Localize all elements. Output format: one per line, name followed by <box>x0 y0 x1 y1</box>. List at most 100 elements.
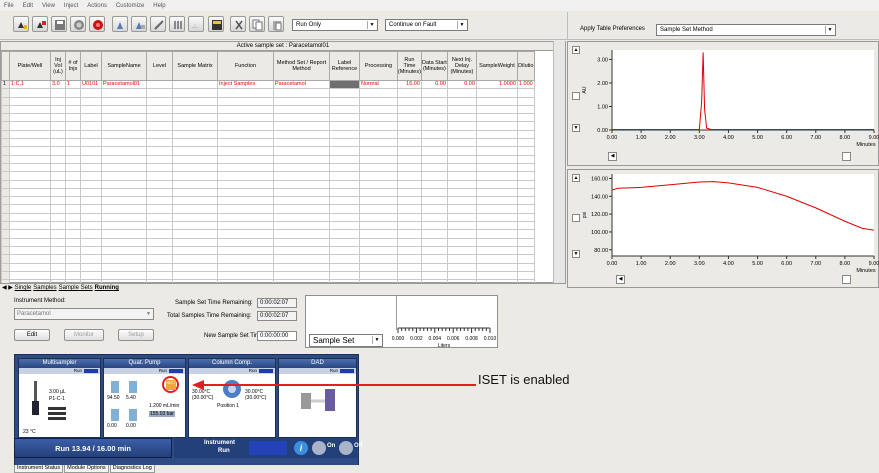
table-cell[interactable] <box>475 179 518 189</box>
row-number[interactable] <box>1 245 10 256</box>
dad-module[interactable]: DAD Run <box>278 358 357 438</box>
table-cell[interactable] <box>146 171 173 181</box>
table-row[interactable] <box>1 96 535 106</box>
abort-icon[interactable] <box>89 16 105 32</box>
table-cell[interactable] <box>217 88 274 98</box>
row-header-corner[interactable] <box>1 51 10 81</box>
table-cell[interactable] <box>80 262 102 272</box>
table-cell[interactable] <box>50 196 66 206</box>
table-cell[interactable] <box>446 245 477 256</box>
table-cell[interactable] <box>446 154 477 164</box>
x-scroll-thumb[interactable] <box>842 275 851 284</box>
table-cell[interactable] <box>172 270 218 281</box>
table-cell[interactable] <box>475 104 518 115</box>
table-cell[interactable] <box>101 88 147 98</box>
table-cell[interactable] <box>397 270 422 281</box>
column-header[interactable]: Method Set / Report Method <box>273 51 330 81</box>
table-cell[interactable] <box>420 154 448 164</box>
table-cell[interactable] <box>65 138 81 148</box>
row-number[interactable] <box>1 96 10 106</box>
row-number[interactable] <box>1 121 10 131</box>
table-cell[interactable] <box>65 245 81 256</box>
table-cell[interactable] <box>50 121 66 131</box>
table-cell[interactable] <box>172 254 218 264</box>
table-cell[interactable] <box>273 179 330 189</box>
scroll-left-icon[interactable]: ◀ <box>616 275 625 284</box>
table-cell[interactable] <box>101 270 147 281</box>
table-cell[interactable] <box>80 138 102 148</box>
multisampler-module[interactable]: Multisampler Run 3.00 µL P1-C-1 23 °C <box>18 358 101 438</box>
column-header[interactable]: SampleName <box>101 51 147 81</box>
table-cell[interactable] <box>65 196 81 206</box>
table-cell[interactable] <box>65 154 81 164</box>
table-cell[interactable] <box>80 187 102 198</box>
table-cell[interactable] <box>101 187 147 198</box>
table-cell[interactable] <box>146 179 173 189</box>
table-row[interactable] <box>1 88 535 98</box>
table-cell[interactable] <box>329 138 360 148</box>
table-row[interactable] <box>1 254 535 264</box>
table-cell[interactable] <box>9 245 51 256</box>
table-cell[interactable] <box>273 212 330 223</box>
table-cell[interactable] <box>329 121 360 131</box>
table-cell[interactable] <box>273 187 330 198</box>
table-cell[interactable] <box>9 113 51 123</box>
table-cell[interactable] <box>172 171 218 181</box>
table-cell[interactable] <box>420 237 448 247</box>
table-cell[interactable] <box>80 179 102 189</box>
grid-vertical-scrollbar[interactable] <box>553 41 565 283</box>
edit-button[interactable]: Edit <box>14 329 50 341</box>
table-cell[interactable] <box>420 138 448 148</box>
table-cell[interactable] <box>446 88 477 98</box>
table-cell[interactable] <box>172 229 218 239</box>
table-cell[interactable] <box>217 162 274 173</box>
table-cell[interactable] <box>217 154 274 164</box>
table-cell[interactable] <box>50 179 66 189</box>
table-cell[interactable] <box>9 138 51 148</box>
table-cell[interactable] <box>329 187 360 198</box>
table-cell[interactable] <box>397 104 422 115</box>
instrument-method-select[interactable]: Paracetamol ▼ <box>14 308 154 320</box>
table-cell[interactable] <box>80 104 102 115</box>
table-cell[interactable] <box>101 212 147 223</box>
table-cell[interactable] <box>9 237 51 247</box>
table-cell[interactable] <box>475 262 518 272</box>
table-cell[interactable] <box>217 179 274 189</box>
stop-flow-icon[interactable] <box>70 16 86 32</box>
table-cell[interactable] <box>146 79 173 90</box>
row-number[interactable] <box>1 171 10 181</box>
table-cell[interactable] <box>420 262 448 272</box>
table-cell[interactable] <box>329 162 360 173</box>
table-cell[interactable] <box>397 162 422 173</box>
table-cell[interactable] <box>475 113 518 123</box>
table-cell[interactable] <box>172 104 218 115</box>
table-cell[interactable] <box>9 204 51 214</box>
table-cell[interactable] <box>217 129 274 140</box>
table-cell[interactable] <box>50 129 66 140</box>
table-cell[interactable] <box>217 229 274 239</box>
table-row[interactable] <box>1 138 535 148</box>
table-row[interactable] <box>1 146 535 156</box>
row-number[interactable] <box>1 212 10 223</box>
table-cell[interactable] <box>172 204 218 214</box>
table-cell[interactable] <box>50 204 66 214</box>
table-cell[interactable] <box>217 187 274 198</box>
table-cell[interactable] <box>273 171 330 181</box>
table-cell[interactable] <box>50 254 66 264</box>
table-cell[interactable] <box>101 179 147 189</box>
table-cell[interactable] <box>420 129 448 140</box>
table-cell[interactable] <box>397 154 422 164</box>
table-cell[interactable] <box>516 113 535 123</box>
scroll-up-icon[interactable]: ▲ <box>572 174 580 182</box>
row-number[interactable] <box>1 254 10 264</box>
column-header[interactable]: Label Reference <box>329 51 360 81</box>
table-cell[interactable] <box>420 179 448 189</box>
table-cell[interactable] <box>101 138 147 148</box>
column-header[interactable]: Dilutio <box>516 51 535 81</box>
table-cell[interactable] <box>516 121 535 131</box>
table-cell[interactable] <box>446 270 477 281</box>
table-cell[interactable] <box>146 245 173 256</box>
table-cell[interactable] <box>172 121 218 131</box>
new-set-icon[interactable] <box>32 16 48 32</box>
table-cell[interactable] <box>359 138 398 148</box>
